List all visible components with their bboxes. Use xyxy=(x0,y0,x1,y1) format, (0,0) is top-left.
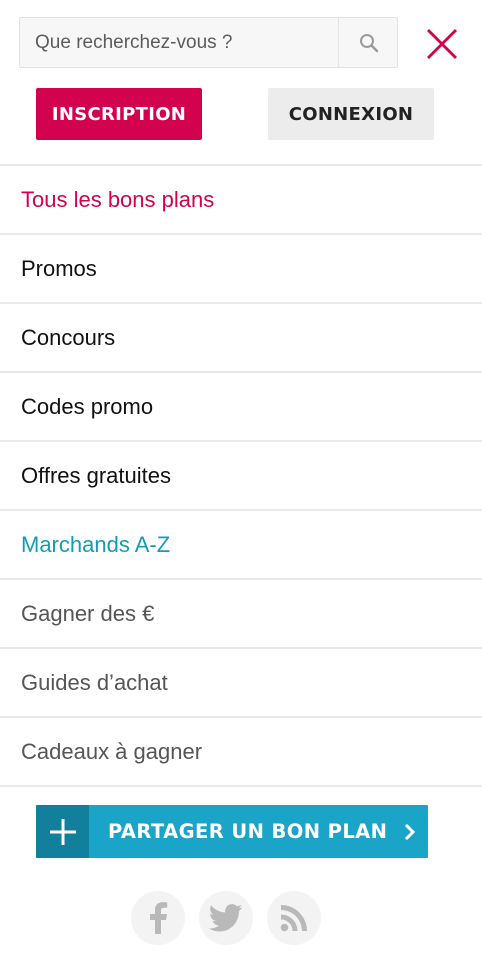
search-bar xyxy=(19,17,398,68)
twitter-button[interactable] xyxy=(199,891,253,945)
rss-icon xyxy=(280,905,307,932)
menu-item-merchants[interactable]: Marchands A-Z xyxy=(0,511,482,580)
menu-item-buying-guides[interactable]: Guides d’achat xyxy=(0,649,482,718)
plus-icon xyxy=(36,805,89,858)
chevron-right-icon xyxy=(404,805,416,858)
menu-item-promo-codes[interactable]: Codes promo xyxy=(0,373,482,442)
share-deal-label: PARTAGER UN BON PLAN xyxy=(108,820,388,843)
facebook-button[interactable] xyxy=(131,891,185,945)
close-button[interactable] xyxy=(422,24,462,64)
search-icon xyxy=(359,33,378,52)
menu-item-gifts[interactable]: Cadeaux à gagner xyxy=(0,718,482,787)
rss-button[interactable] xyxy=(267,891,321,945)
facebook-icon xyxy=(150,902,168,934)
signup-button[interactable]: INSCRIPTION xyxy=(36,88,202,140)
search-input[interactable] xyxy=(20,18,338,67)
menu-item-earn-money[interactable]: Gagner des € xyxy=(0,580,482,649)
nav-menu: Tous les bons plans Promos Concours Code… xyxy=(0,164,482,787)
menu-item-free-offers[interactable]: Offres gratuites xyxy=(0,442,482,511)
share-deal-button[interactable]: PARTAGER UN BON PLAN xyxy=(36,805,428,858)
menu-item-promos[interactable]: Promos xyxy=(0,235,482,304)
search-button[interactable] xyxy=(338,18,398,67)
menu-item-all-deals[interactable]: Tous les bons plans xyxy=(0,166,482,235)
login-button[interactable]: CONNEXION xyxy=(268,88,434,140)
menu-item-contests[interactable]: Concours xyxy=(0,304,482,373)
close-icon xyxy=(427,29,457,59)
twitter-icon xyxy=(209,904,243,932)
